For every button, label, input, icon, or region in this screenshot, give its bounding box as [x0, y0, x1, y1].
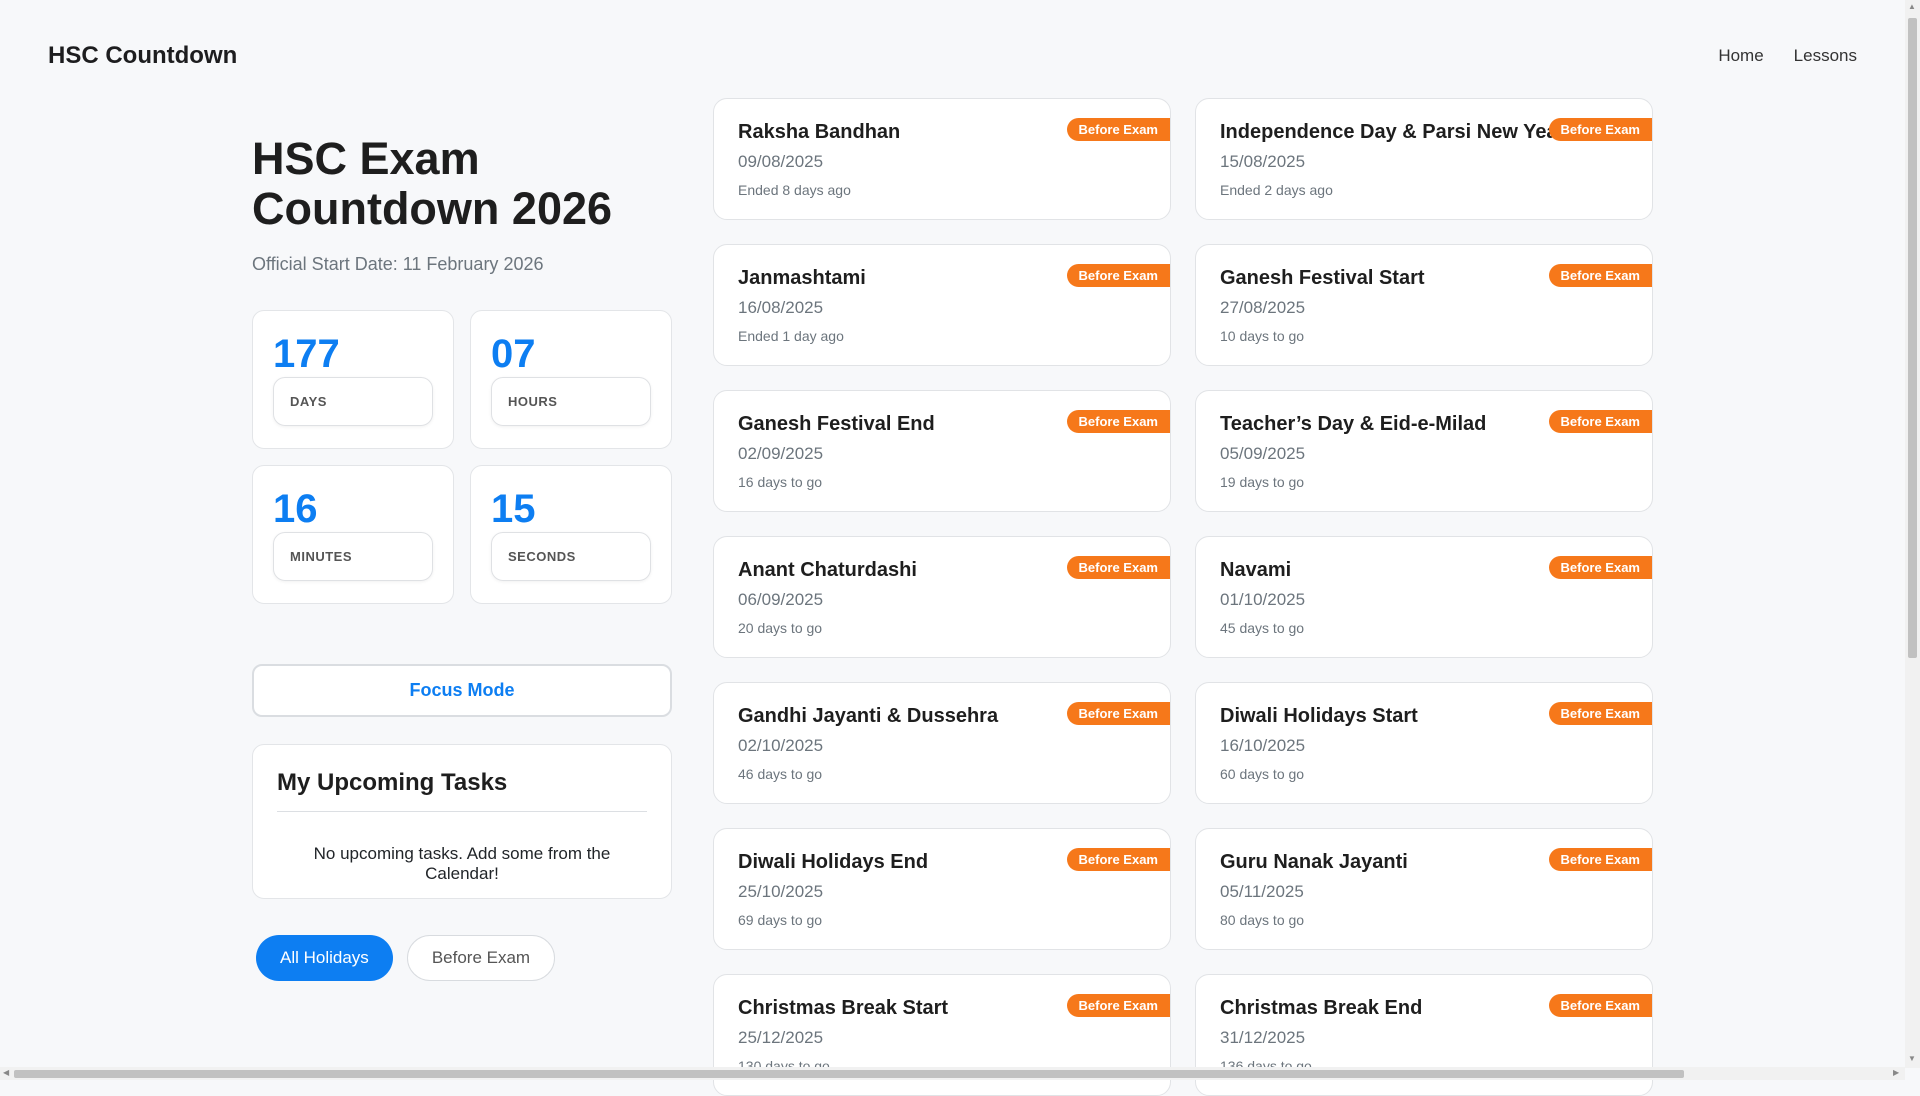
holiday-card[interactable]: Gandhi Jayanti & Dussehra 02/10/2025 46 da…	[713, 682, 1171, 804]
countdown-seconds-card: 15 SECONDS	[470, 465, 672, 604]
holiday-date: 27/08/2025	[1220, 298, 1306, 317]
holiday-card[interactable]: Independence Day & Parsi New Year 15/08/2…	[1195, 98, 1653, 220]
before-exam-badge: Before Exam	[1066, 702, 1170, 725]
tasks-title: My Upcoming Tasks	[277, 769, 647, 812]
holiday-date: 02/09/2025	[738, 444, 824, 463]
holiday-date: 15/08/2025	[1220, 152, 1306, 171]
brand-logo[interactable]: HSC Countdown	[48, 42, 237, 70]
before-exam-badge: Before Exam	[1548, 848, 1652, 871]
before-exam-badge: Before Exam	[1548, 410, 1652, 433]
page-title: HSC Exam Countdown 2026	[252, 133, 613, 234]
focus-mode-button[interactable]: Focus Mode	[252, 664, 672, 717]
holiday-card[interactable]: Ganesh Festival Start 27/08/2025 10 days t…	[1195, 244, 1653, 366]
holiday-date: 09/08/2025	[738, 152, 824, 171]
before-exam-badge: Before Exam	[1548, 264, 1652, 287]
tasks-empty-message: No upcoming tasks. Add some from the Cal…	[313, 844, 611, 883]
start-date: Official Start Date: 11 February 2026	[252, 254, 544, 274]
countdown-minutes-label: MINUTES	[273, 532, 433, 581]
holiday-date: 06/09/2025	[738, 590, 824, 609]
countdown-hours-value: 07	[491, 332, 536, 376]
holiday-status: Ended 1 day ago	[738, 328, 844, 344]
countdown-hours-label: HOURS	[491, 377, 651, 426]
holiday-card[interactable]: Raksha Bandhan 09/08/2025 Ended 8 days ago…	[713, 98, 1171, 220]
holiday-status: 46 days to go	[738, 766, 823, 782]
countdown-seconds-value: 15	[491, 487, 536, 531]
scroll-left-icon[interactable]: ◀	[3, 1068, 9, 1077]
holiday-card[interactable]: Diwali Holidays Start 16/10/2025 60 days t…	[1195, 682, 1653, 804]
holiday-date: 02/10/2025	[738, 736, 824, 755]
holiday-date: 01/10/2025	[1220, 590, 1306, 609]
countdown-seconds-label: SECONDS	[491, 532, 651, 581]
holiday-filters: All Holidays Before Exam	[252, 935, 674, 981]
holiday-card[interactable]: Teacher’s Day & Eid-e-Milad 05/09/2025 19 …	[1195, 390, 1653, 512]
countdown-days-label: DAYS	[273, 377, 433, 426]
left-panel: HSC Exam Countdown 2026 Official Start D…	[252, 130, 674, 981]
nav-link-lessons[interactable]: Lessons	[1794, 46, 1857, 66]
upcoming-tasks-card: My Upcoming Tasks No upcoming tasks. Add…	[252, 744, 672, 899]
holiday-status: 45 days to go	[1220, 620, 1305, 636]
scroll-down-icon[interactable]: ▼	[1908, 1054, 1916, 1063]
before-exam-badge: Before Exam	[1548, 702, 1652, 725]
countdown-minutes-card: 16 MINUTES	[252, 465, 454, 604]
nav-links: Home Lessons	[1718, 46, 1857, 66]
horizontal-scroll-thumb[interactable]	[14, 1070, 1684, 1078]
scroll-up-icon[interactable]: ▲	[1908, 2, 1916, 11]
holiday-date: 25/10/2025	[738, 882, 824, 901]
before-exam-badge: Before Exam	[1548, 994, 1652, 1017]
holiday-status: 80 days to go	[1220, 912, 1305, 928]
filter-before-exam[interactable]: Before Exam	[406, 935, 556, 981]
before-exam-badge: Before Exam	[1066, 848, 1170, 871]
countdown-days-value: 177	[273, 332, 340, 376]
holiday-date: 31/12/2025	[1220, 1028, 1306, 1047]
holiday-status: 20 days to go	[738, 620, 823, 636]
nav-link-home[interactable]: Home	[1718, 46, 1763, 66]
vertical-scroll-thumb[interactable]	[1908, 18, 1917, 658]
holiday-status: 60 days to go	[1220, 766, 1305, 782]
holiday-status: 19 days to go	[1220, 474, 1305, 490]
before-exam-badge: Before Exam	[1066, 118, 1170, 141]
top-navbar: HSC Countdown Home Lessons	[0, 0, 1905, 112]
before-exam-badge: Before Exam	[1066, 410, 1170, 433]
before-exam-badge: Before Exam	[1066, 556, 1170, 579]
countdown-hours-card: 07 HOURS	[470, 310, 672, 449]
horizontal-scrollbar[interactable]: ◀ ▶	[0, 1067, 1905, 1080]
filter-all-holidays[interactable]: All Holidays	[256, 935, 393, 981]
scroll-right-icon[interactable]: ▶	[1893, 1068, 1899, 1077]
holiday-grid: Raksha Bandhan 09/08/2025 Ended 8 days ago…	[713, 98, 1653, 1096]
countdown-minutes-value: 16	[273, 487, 318, 531]
holiday-date: 05/09/2025	[1220, 444, 1306, 463]
vertical-scrollbar[interactable]: ▲ ▼	[1905, 0, 1920, 1068]
before-exam-badge: Before Exam	[1548, 118, 1652, 141]
countdown-days-card: 177 DAYS	[252, 310, 454, 449]
holiday-date: 16/10/2025	[1220, 736, 1306, 755]
holiday-status: 10 days to go	[1220, 328, 1305, 344]
before-exam-badge: Before Exam	[1066, 264, 1170, 287]
before-exam-badge: Before Exam	[1066, 994, 1170, 1017]
holiday-card[interactable]: Janmashtami 16/08/2025 Ended 1 day ago Befo…	[713, 244, 1171, 366]
holiday-status: 69 days to go	[738, 912, 823, 928]
holiday-date: 16/08/2025	[738, 298, 824, 317]
holiday-card[interactable]: Guru Nanak Jayanti 05/11/2025 80 days to g…	[1195, 828, 1653, 950]
holiday-card[interactable]: Diwali Holidays End 25/10/2025 69 days to …	[713, 828, 1171, 950]
holiday-card[interactable]: Ganesh Festival End 02/09/2025 16 days to …	[713, 390, 1171, 512]
holiday-card[interactable]: Anant Chaturdashi 06/09/2025 20 days to go…	[713, 536, 1171, 658]
holiday-date: 05/11/2025	[1220, 882, 1304, 901]
holiday-status: 16 days to go	[738, 474, 823, 490]
holiday-status: Ended 2 days ago	[1220, 182, 1333, 198]
holiday-status: Ended 8 days ago	[738, 182, 851, 198]
holiday-card[interactable]: Navami 01/10/2025 45 days to go Before Exam	[1195, 536, 1653, 658]
before-exam-badge: Before Exam	[1548, 556, 1652, 579]
holiday-date: 25/12/2025	[738, 1028, 824, 1047]
countdown-grid: 177 DAYS 07 HOURS 16 MINUTES 15 SECONDS	[252, 310, 672, 604]
